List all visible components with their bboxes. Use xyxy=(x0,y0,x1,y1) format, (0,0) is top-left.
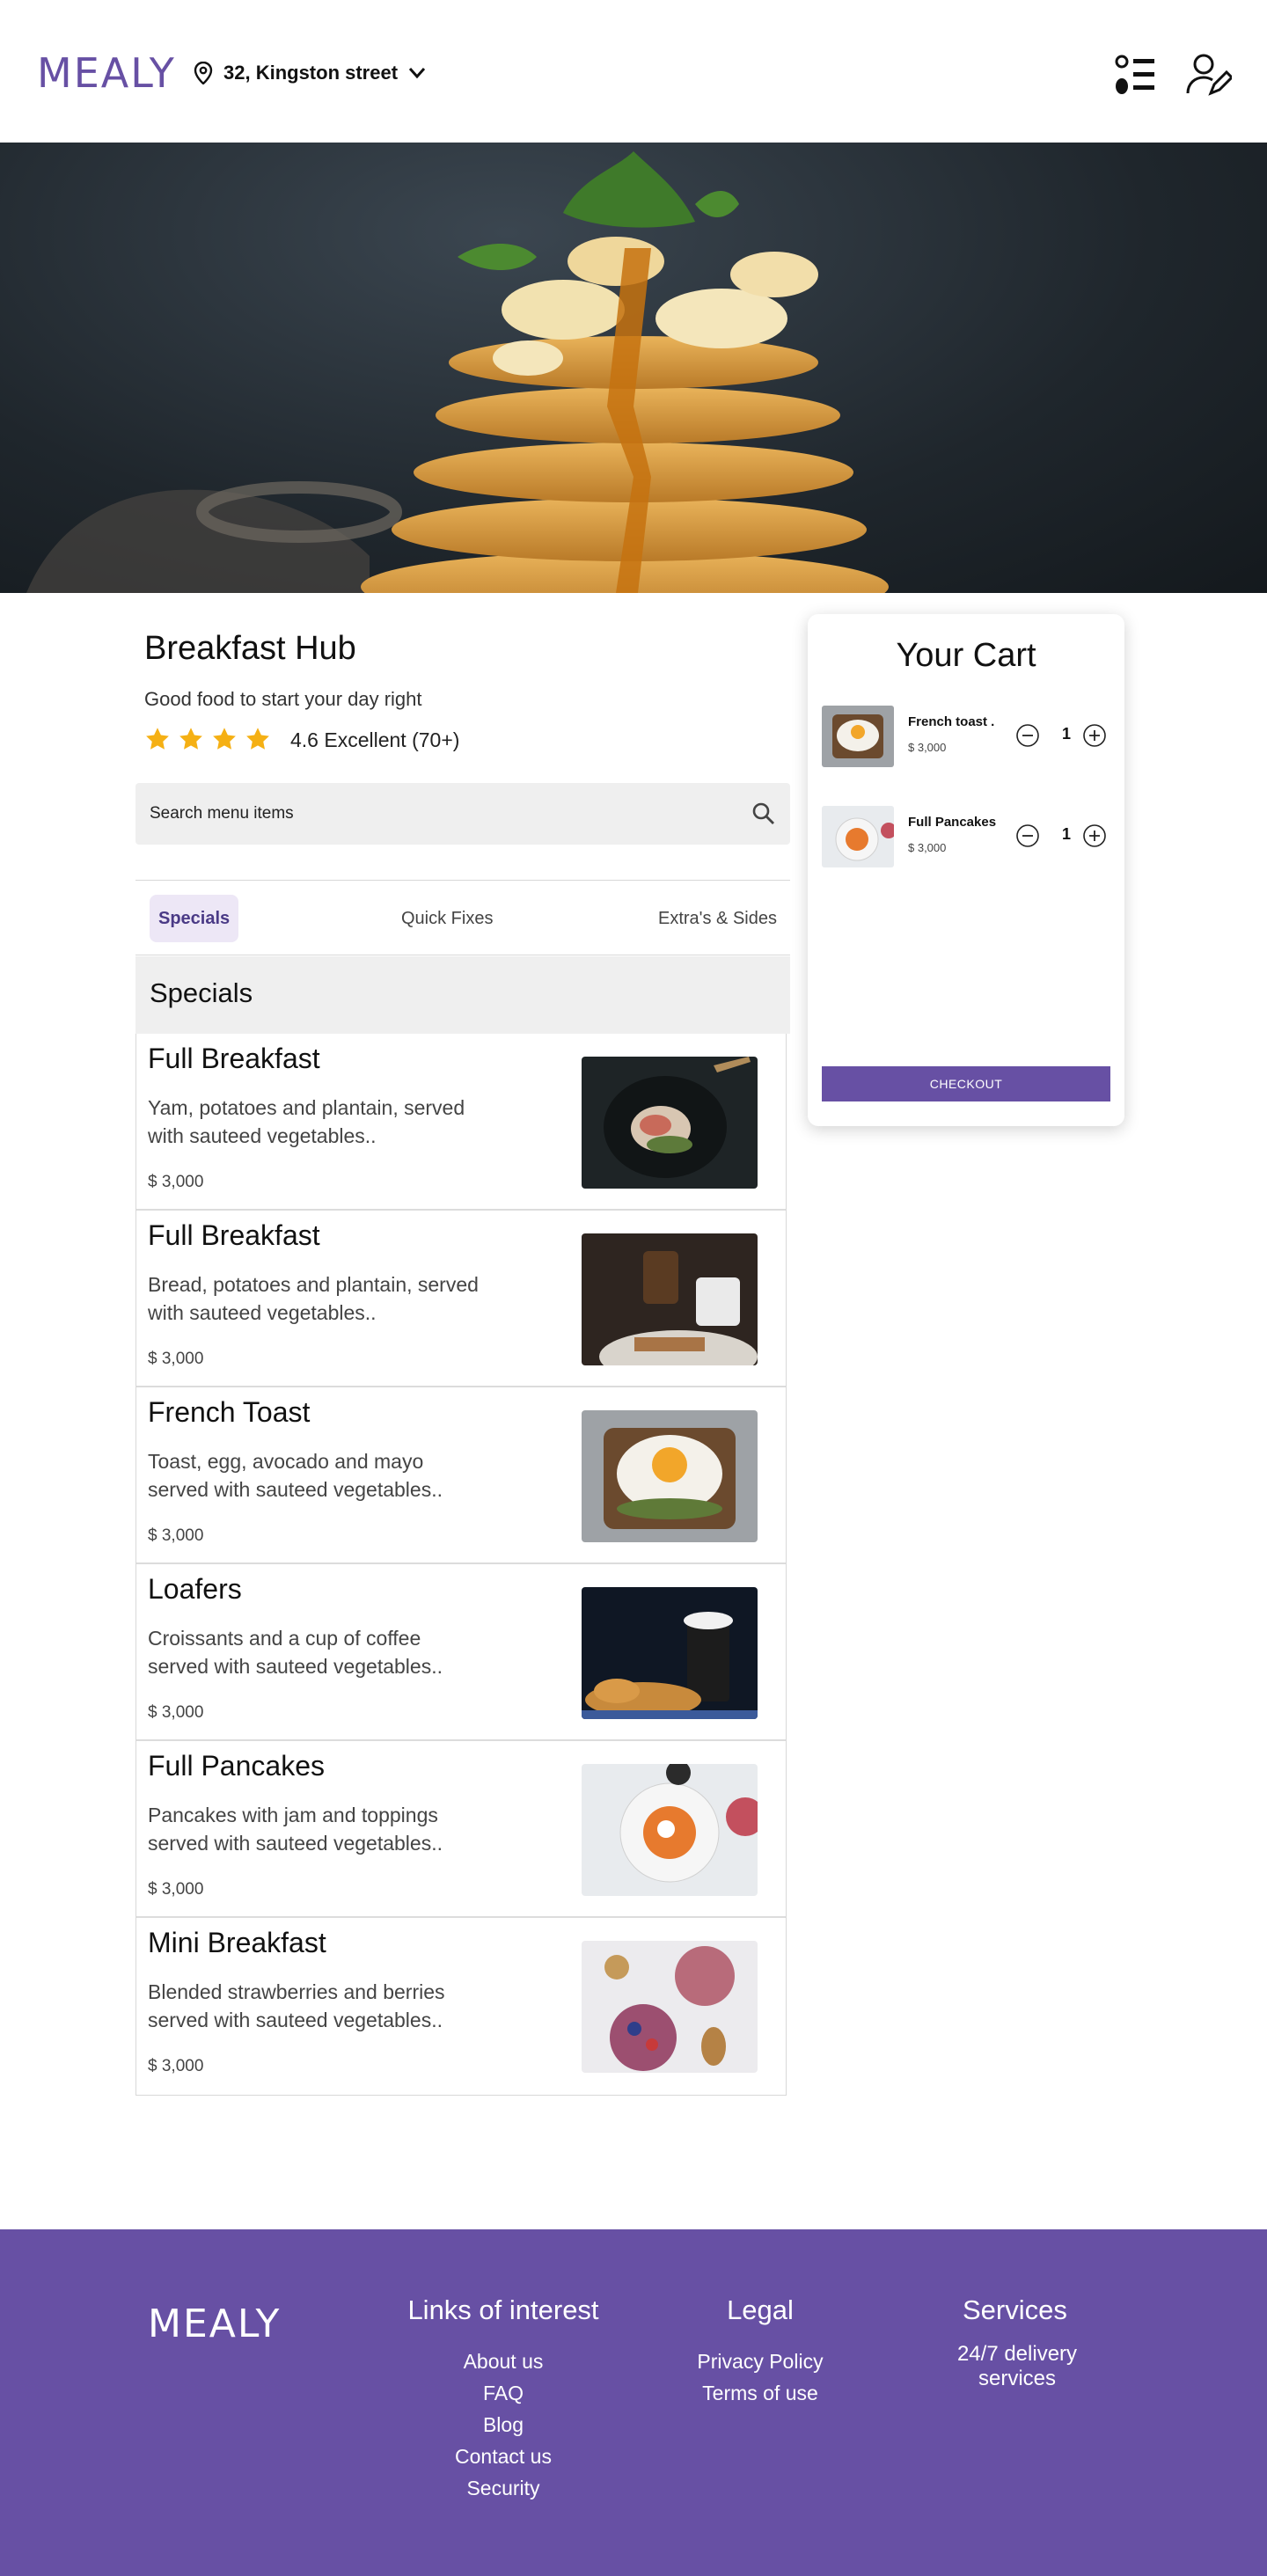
cart-item-price: $ 3,000 xyxy=(908,741,947,754)
search-input[interactable]: Search menu items xyxy=(150,804,751,823)
cart-item: Full Pancakes $ 3,000 1 xyxy=(822,806,1112,869)
footer-links-title: Links of interest xyxy=(407,2294,599,2325)
menu-item-price: $ 3,000 xyxy=(148,1350,204,1368)
footer-legal-title: Legal xyxy=(727,2294,794,2325)
footer-link-about[interactable]: About us xyxy=(387,2345,619,2377)
cart-item-image xyxy=(822,706,894,767)
menu-item-name: Mini Breakfast xyxy=(148,1927,326,1958)
tab-specials[interactable]: Specials xyxy=(150,895,239,942)
footer-link-terms[interactable]: Terms of use xyxy=(672,2377,848,2409)
cart-item-quantity: 1 xyxy=(1061,725,1071,743)
orders-list-icon[interactable] xyxy=(1112,51,1160,99)
menu-item-price: $ 3,000 xyxy=(148,1526,204,1545)
cart-title: Your Cart xyxy=(896,637,1036,674)
menu-item[interactable]: Full Breakfast Bread, potatoes and plant… xyxy=(136,1211,786,1387)
section-title: Specials xyxy=(135,956,790,1034)
cart-item-quantity: 1 xyxy=(1061,825,1071,843)
pancake-stack-image xyxy=(26,151,889,593)
chevron-down-icon xyxy=(408,68,426,79)
menu-item-description: Pancakes with jam and toppings served wi… xyxy=(148,1804,443,1855)
footer-link-contact[interactable]: Contact us xyxy=(387,2441,619,2472)
menu-tabs: Specials Quick Fixes Extra's & Sides xyxy=(135,880,790,955)
location-pin-icon xyxy=(194,62,213,84)
menu-item-price: $ 3,000 xyxy=(148,2057,204,2075)
menu-item-name: French Toast xyxy=(148,1396,311,1428)
menu-item-name: Full Breakfast xyxy=(148,1043,320,1074)
menu-list: Full Breakfast Yam, potatoes and plantai… xyxy=(135,1034,787,2096)
rating-text: 4.6 Excellent (70+) xyxy=(290,728,460,751)
checkout-button[interactable]: CHECKOUT xyxy=(822,1066,1110,1101)
menu-item-name: Loafers xyxy=(148,1573,242,1605)
tab-extras-sides[interactable]: Extra's & Sides xyxy=(658,895,777,942)
restaurant-rating: 4.6 Excellent (70+) xyxy=(144,727,459,753)
star-icon xyxy=(213,728,236,750)
menu-item-price: $ 3,000 xyxy=(148,1880,204,1899)
menu-item-description: Blended strawberries and berries served … xyxy=(148,1980,445,2031)
menu-item-description: Yam, potatoes and plantain, served with … xyxy=(148,1096,465,1147)
footer-link-security[interactable]: Security xyxy=(387,2472,619,2504)
menu-item-description: Toast, egg, avocado and mayo served with… xyxy=(148,1450,443,1501)
hero-image xyxy=(0,143,1267,593)
increase-quantity-button[interactable] xyxy=(1082,723,1107,748)
footer-legal-column: Legal Privacy Policy Terms of use xyxy=(672,2294,848,2409)
menu-item[interactable]: French Toast Toast, egg, avocado and may… xyxy=(136,1387,786,1564)
footer-logo[interactable]: MEALY xyxy=(148,2302,281,2346)
increase-quantity-button[interactable] xyxy=(1082,823,1107,848)
menu-item[interactable]: Mini Breakfast Blended strawberries and … xyxy=(136,1918,786,2095)
menu-item[interactable]: Full Breakfast Yam, potatoes and plantai… xyxy=(136,1034,786,1211)
site-header: MEALY 32, Kingston street xyxy=(0,0,1267,143)
location-text: 32, Kingston street xyxy=(223,62,399,84)
logo[interactable]: MEALY xyxy=(37,53,176,93)
menu-item-name: Full Pancakes xyxy=(148,1750,325,1782)
menu-item-price: $ 3,000 xyxy=(148,1703,204,1722)
menu-item-description: Croissants and a cup of coffee served wi… xyxy=(148,1627,443,1678)
cart-item-name: Full Pancakes xyxy=(908,815,997,830)
cart-item-price: $ 3,000 xyxy=(908,841,947,854)
footer-link-privacy[interactable]: Privacy Policy xyxy=(672,2345,848,2377)
footer-links-column: Links of interest About us FAQ Blog Cont… xyxy=(387,2294,619,2504)
star-icon xyxy=(146,728,169,750)
menu-item-name: Full Breakfast xyxy=(148,1219,320,1251)
menu-item[interactable]: Loafers Croissants and a cup of coffee s… xyxy=(136,1564,786,1741)
search-icon[interactable] xyxy=(751,801,776,826)
cart-item-name: French toast . xyxy=(908,714,995,729)
site-footer: MEALY Links of interest About us FAQ Blo… xyxy=(0,2229,1267,2576)
menu-item-price: $ 3,000 xyxy=(148,1173,204,1191)
menu-item-image xyxy=(582,1764,758,1896)
footer-link-faq[interactable]: FAQ xyxy=(387,2377,619,2409)
menu-item-image xyxy=(582,1057,758,1189)
restaurant-tagline: Good food to start your day right xyxy=(144,688,422,710)
footer-services-line2: services xyxy=(978,2367,1057,2390)
menu-item-image xyxy=(582,1410,758,1542)
star-icon xyxy=(246,728,269,750)
menu-item-description: Bread, potatoes and plantain, served wit… xyxy=(148,1273,479,1324)
menu-item-image xyxy=(582,1233,758,1365)
footer-link-blog[interactable]: Blog xyxy=(387,2409,619,2441)
cart-item-image xyxy=(822,806,894,867)
menu-item-image xyxy=(582,1587,758,1719)
menu-item-image xyxy=(582,1941,758,2073)
cart-panel: Your Cart French toast . $ 3,000 1 Full … xyxy=(808,614,1124,1126)
footer-services-title: Services xyxy=(963,2294,1067,2325)
menu-item[interactable]: Full Pancakes Pancakes with jam and topp… xyxy=(136,1741,786,1918)
menu-search[interactable]: Search menu items xyxy=(135,783,790,845)
cart-item: French toast . $ 3,000 1 xyxy=(822,706,1112,769)
star-icon xyxy=(179,728,202,750)
decrease-quantity-button[interactable] xyxy=(1015,823,1040,848)
footer-services-column: Services 24/7 delivery services xyxy=(920,2294,1114,2391)
tab-quick-fixes[interactable]: Quick Fixes xyxy=(401,895,493,942)
restaurant-name: Breakfast Hub xyxy=(144,630,356,667)
location-selector[interactable]: 32, Kingston street xyxy=(194,62,426,84)
decrease-quantity-button[interactable] xyxy=(1015,723,1040,748)
user-edit-icon[interactable] xyxy=(1184,51,1232,99)
footer-services-line1: 24/7 delivery xyxy=(956,2342,1078,2366)
